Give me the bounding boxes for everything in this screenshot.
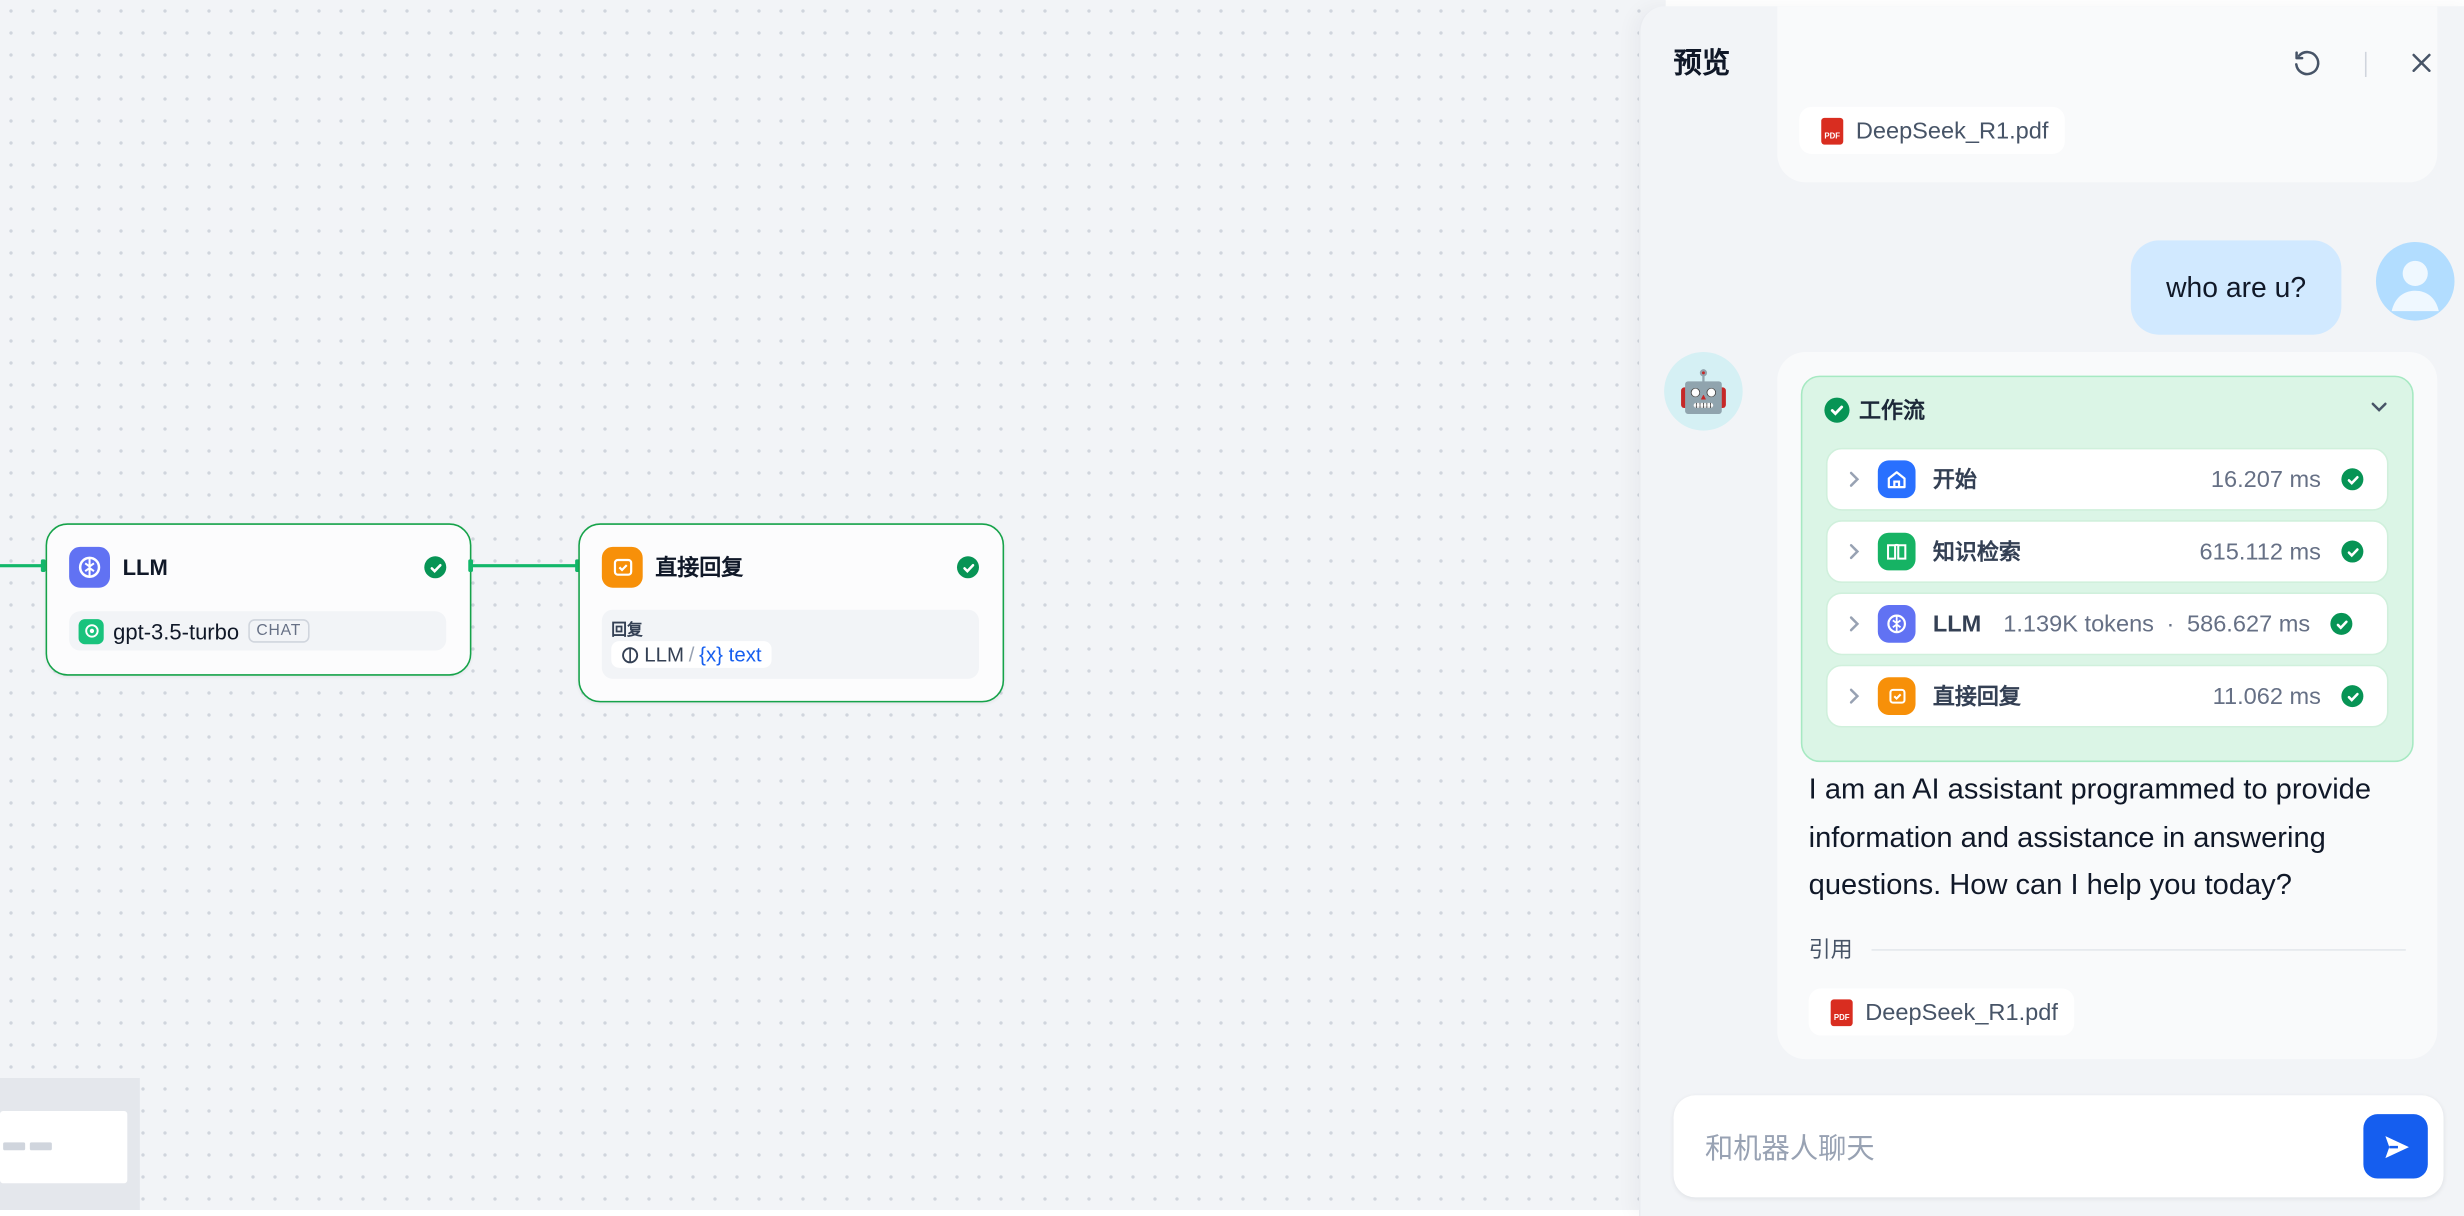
variable-source: LLM [644,642,685,667]
citation-header: 引用 [1809,933,2406,964]
minimap-viewport[interactable] [0,1110,128,1184]
panel-title: 预览 [1673,47,1731,79]
llm-node-title: LLM [122,554,168,580]
model-selector[interactable]: gpt-3.5-turbo CHAT [69,611,447,651]
brain-icon [69,546,110,588]
success-check-icon [2341,540,2364,563]
attachment-chip[interactable]: PDF DeepSeek_R1.pdf [1799,106,2065,154]
chat-input[interactable] [1701,1126,2337,1171]
step-name: LLM [1932,610,1982,638]
answer-node-title: 直接回复 [655,554,744,580]
success-check-icon [1824,397,1850,423]
step-time: 615.112 ms [2199,538,2321,565]
success-check-icon [424,556,447,579]
step-time: 11.062 ms [2212,682,2321,710]
workflow-title: 工作流 [1858,397,1925,423]
chevron-down-icon[interactable] [2368,396,2390,426]
chevron-right-icon [1849,688,1860,704]
previous-bot-message: PDF DeepSeek_R1.pdf [1777,6,2438,183]
user-avatar [2375,241,2455,321]
success-check-icon [2330,612,2353,635]
success-check-icon [2341,468,2364,491]
success-check-icon [2341,685,2364,708]
attachment-filename: DeepSeek_R1.pdf [1855,117,2049,144]
variable-name: {x} text [699,642,762,667]
answer-node[interactable]: 直接回复 回复 LLM / {x} text [578,523,1005,703]
step-name: 开始 [1932,466,1977,492]
model-mode-badge: CHAT [248,619,310,643]
close-icon[interactable] [2407,49,2435,77]
model-name: gpt-3.5-turbo [113,618,240,644]
minimap-node [29,1142,52,1151]
brain-icon [1877,604,1916,643]
edge-handle[interactable] [468,559,473,572]
pdf-icon: PDF [1821,117,1844,144]
minimap-node [3,1142,26,1151]
citation-chip[interactable]: PDF DeepSeek_R1.pdf [1808,988,2074,1036]
success-check-icon [956,556,979,579]
step-tokens: 1.139K tokens [2003,610,2154,638]
reply-field-label: 回复 [611,622,643,640]
step-time: 16.207 ms [2210,465,2321,493]
pdf-icon: PDF [1830,998,1853,1026]
brain-icon [622,646,639,663]
user-message-text: who are u? [2166,271,2307,303]
citation-divider [1871,948,2406,950]
bot-avatar: 🤖 [1664,351,1743,431]
llm-node[interactable]: LLM gpt-3.5-turbo CHAT [45,523,472,676]
book-icon [1877,532,1916,571]
variable-separator: / [688,642,695,667]
bot-answer-text: I am an AI assistant programmed to provi… [1808,771,2371,901]
header-divider [2364,51,2367,77]
step-separator: · [2166,610,2175,638]
workflow-step-knowledge-retrieval[interactable]: 知识检索 615.112 ms [1825,520,2389,583]
step-name: 直接回复 [1932,683,2021,709]
chat-input-box [1673,1095,2444,1198]
citation-filename: DeepSeek_R1.pdf [1865,998,2058,1026]
send-button[interactable] [2363,1114,2428,1179]
reply-icon [601,546,643,588]
openai-icon [78,618,104,644]
robot-icon: 🤖 [1677,366,1729,415]
variable-reference[interactable]: LLM / {x} text [611,641,772,668]
user-message: who are u? [2130,240,2342,335]
workflow-step-answer[interactable]: 直接回复 11.062 ms [1825,664,2389,728]
refresh-icon[interactable] [2293,49,2321,77]
workflow-step-start[interactable]: 开始 16.207 ms [1825,447,2389,511]
send-icon [2384,1135,2409,1158]
reply-icon [1877,677,1916,715]
step-name: 知识检索 [1932,538,2021,565]
edge-llm-to-answer [469,564,579,568]
home-icon [1877,460,1916,499]
preview-panel: PDF DeepSeek_R1.pdf 预览 who are u? 🤖 工作流 … [1638,6,2464,1216]
step-time: 586.627 ms [2186,610,2311,638]
workflow-step-llm[interactable]: LLM 1.139K tokens · 586.627 ms [1825,592,2389,656]
minimap[interactable] [0,1077,140,1210]
chevron-right-icon [1849,616,1860,632]
chevron-right-icon [1849,471,1860,487]
workflow-trace: 工作流 开始 16.207 ms 知识检索 615.112 ms LLM 1.1… [1800,375,2414,763]
reply-field[interactable]: 回复 LLM / {x} text [601,609,979,679]
bot-message: 工作流 开始 16.207 ms 知识检索 615.112 ms LLM 1.1… [1777,351,2438,1060]
edge-into-llm [0,564,46,568]
workflow-canvas[interactable]: LLM gpt-3.5-turbo CHAT 直接回复 回复 LLM / {x}… [0,0,1666,1210]
chevron-right-icon [1849,544,1860,560]
citation-label: 引用 [1808,936,1853,962]
